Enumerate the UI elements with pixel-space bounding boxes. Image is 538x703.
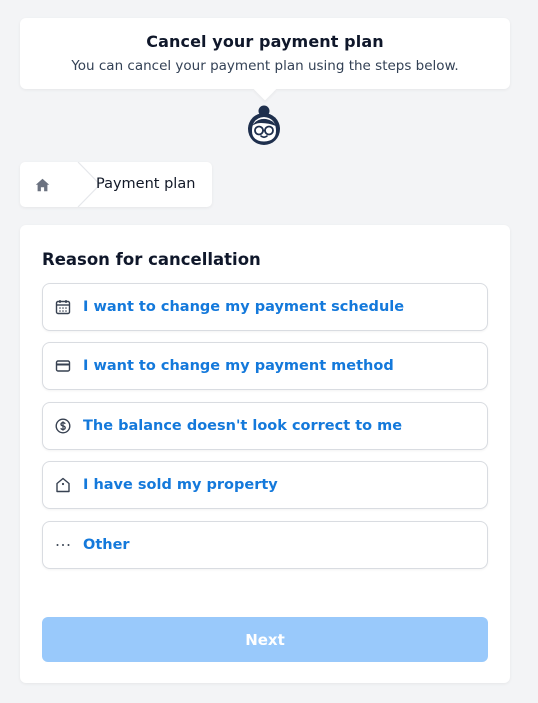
next-button[interactable]: Next bbox=[42, 617, 488, 662]
option-change-method[interactable]: I want to change my payment method bbox=[42, 342, 488, 390]
breadcrumb: Payment plan bbox=[20, 162, 212, 207]
breadcrumb-current: Payment plan bbox=[96, 176, 196, 192]
option-label: I want to change my payment schedule bbox=[83, 299, 405, 315]
calendar-icon bbox=[54, 298, 72, 316]
header-card: Cancel your payment plan You can cancel … bbox=[20, 18, 510, 89]
option-label: Other bbox=[83, 537, 130, 553]
ellipsis-icon bbox=[54, 536, 72, 554]
page-title: Cancel your payment plan bbox=[146, 32, 384, 51]
option-sold-property[interactable]: I have sold my property bbox=[42, 461, 488, 509]
assistant-avatar-icon bbox=[247, 104, 281, 146]
option-label: The balance doesn't look correct to me bbox=[83, 418, 403, 434]
dollar-circle-icon bbox=[54, 417, 72, 435]
section-title: Reason for cancellation bbox=[42, 250, 261, 269]
page-subtitle: You can cancel your payment plan using t… bbox=[71, 58, 459, 74]
home-icon bbox=[35, 178, 49, 191]
option-other[interactable]: Other bbox=[42, 521, 488, 569]
option-change-schedule[interactable]: I want to change my payment schedule bbox=[42, 283, 488, 331]
cancellation-panel: Reason for cancellation I want to change… bbox=[20, 225, 510, 683]
breadcrumb-separator bbox=[60, 162, 100, 207]
option-balance-incorrect[interactable]: The balance doesn't look correct to me bbox=[42, 402, 488, 450]
option-label: I want to change my payment method bbox=[83, 358, 394, 374]
credit-card-icon bbox=[54, 357, 72, 375]
property-tag-icon bbox=[54, 476, 72, 494]
option-label: I have sold my property bbox=[83, 477, 278, 493]
